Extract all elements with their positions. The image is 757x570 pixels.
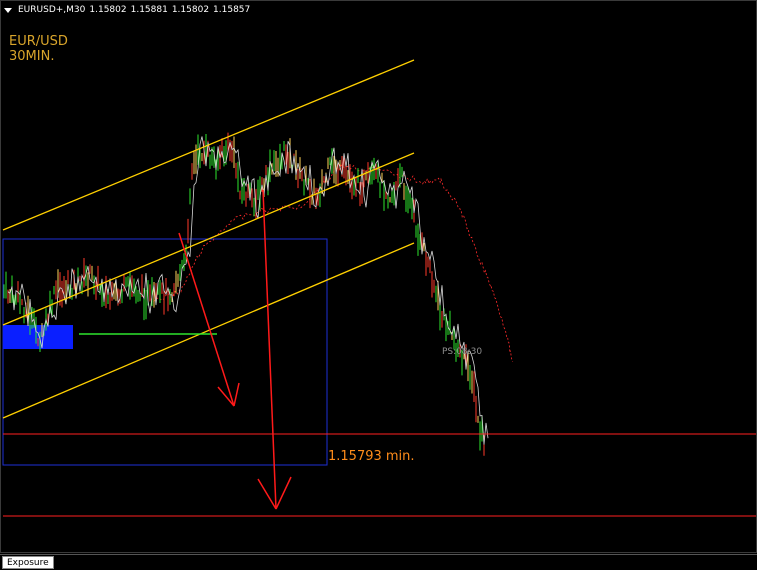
arrow-small[interactable] xyxy=(178,232,240,407)
min-price-label: 1.15793 min. xyxy=(328,449,415,464)
terminal-tab-bar: Exposure xyxy=(0,554,757,570)
channel-upper-line[interactable] xyxy=(2,59,415,231)
range-box[interactable] xyxy=(2,238,328,466)
price-plot[interactable] xyxy=(1,1,757,554)
tab-exposure[interactable]: Exposure xyxy=(2,556,54,569)
arrow-large[interactable] xyxy=(257,189,292,510)
chart-window[interactable]: EURUSD+,M30 1.15802 1.15881 1.15802 1.15… xyxy=(0,0,757,553)
ps-time-label: PS:08:30 xyxy=(442,347,483,357)
